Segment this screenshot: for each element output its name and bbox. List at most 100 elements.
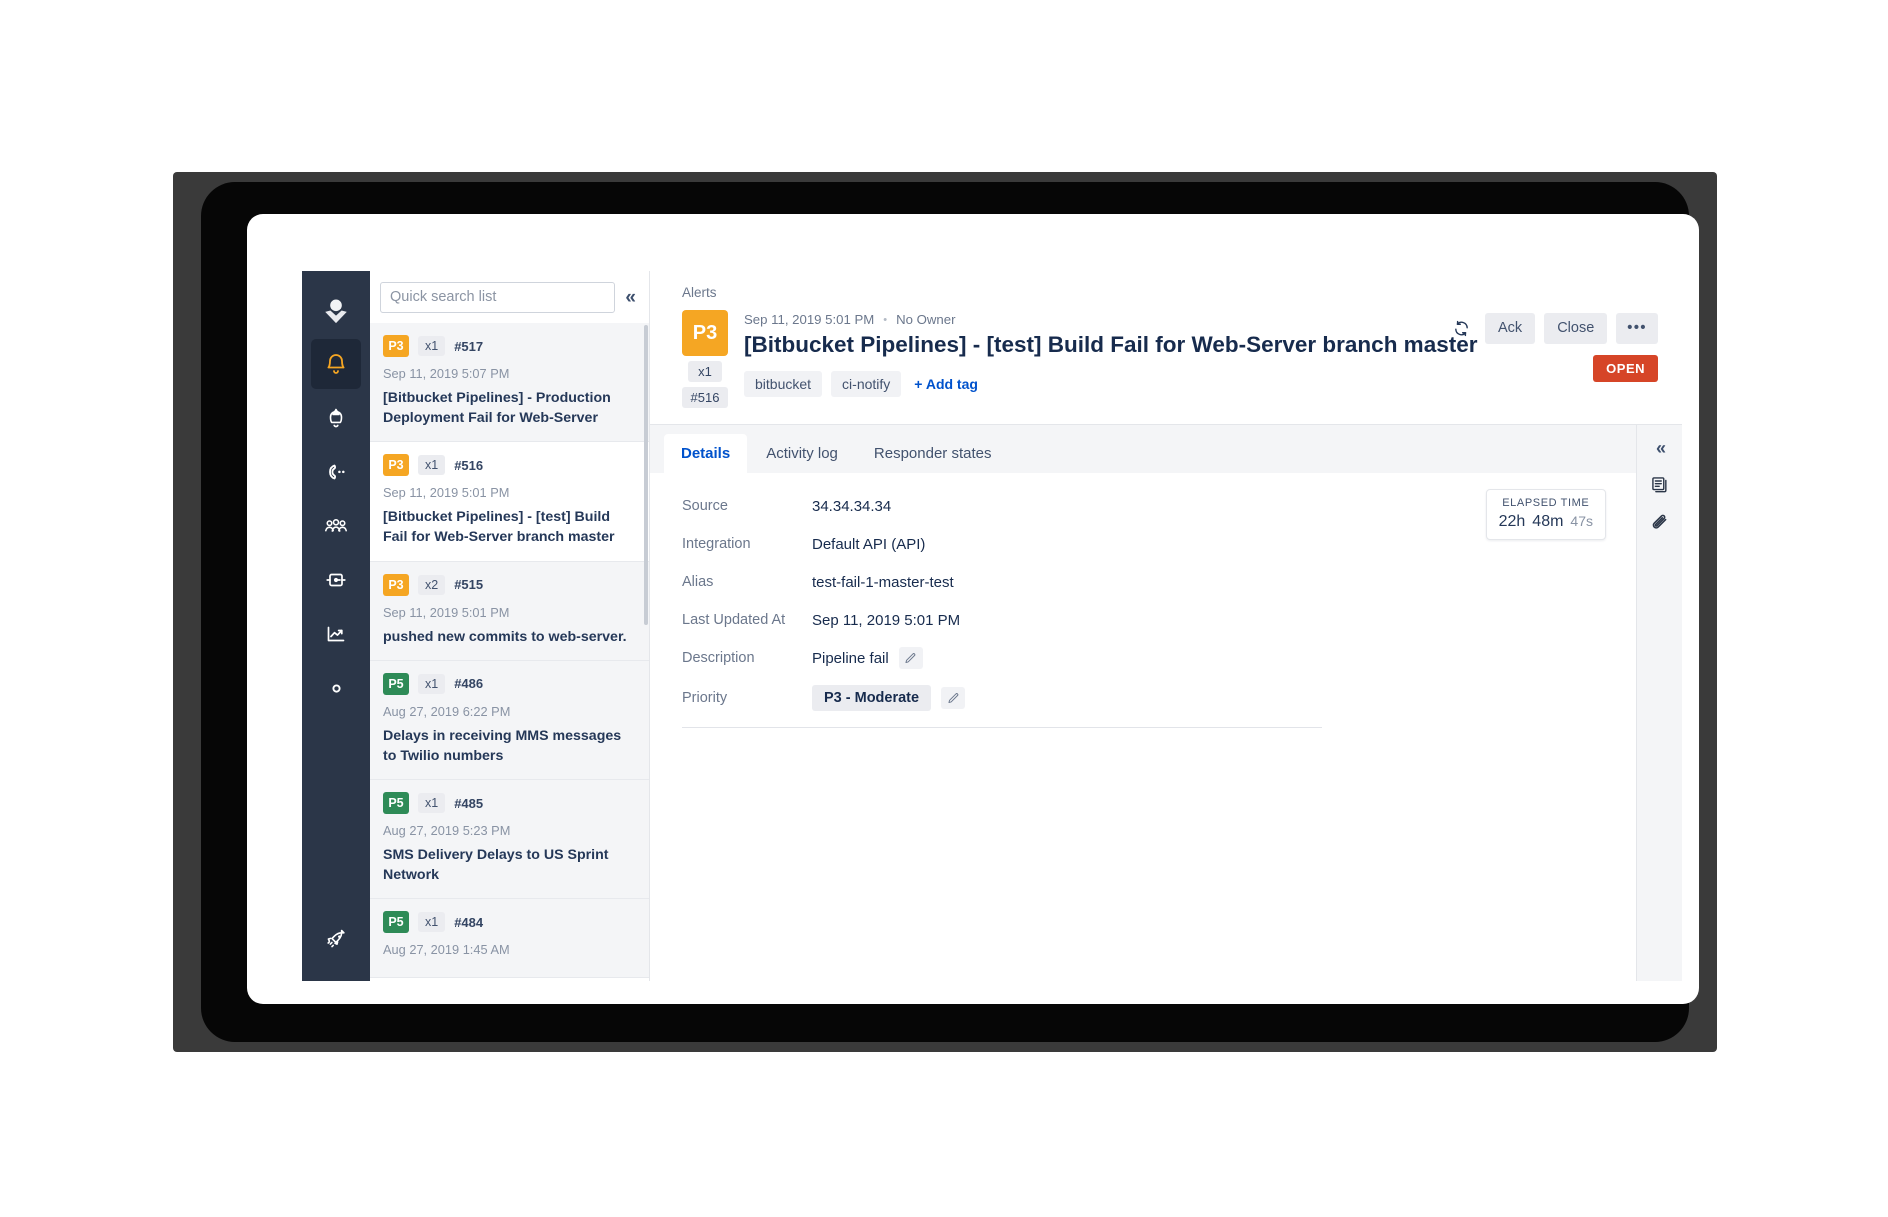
edit-priority-button[interactable] <box>941 687 965 709</box>
list-item[interactable]: P5 x1 #486 Aug 27, 2019 6:22 PM Delays i… <box>370 661 649 780</box>
add-tag-button[interactable]: + Add tag <box>910 371 982 397</box>
detail-row-last-updated: Last Updated At Sep 11, 2019 5:01 PM <box>682 609 1322 631</box>
device-bezel: « P3 x1 #517 Sep 11, 2019 5:07 PM [Bitbu… <box>201 182 1689 1042</box>
detail-label: Source <box>682 498 812 514</box>
details-divider <box>682 727 1322 728</box>
detail-label: Last Updated At <box>682 612 812 628</box>
detail-value: Default API (API) <box>812 536 925 553</box>
alert-list-panel: « P3 x1 #517 Sep 11, 2019 5:07 PM [Bitbu… <box>370 271 650 981</box>
priority-badge: P3 <box>383 454 409 476</box>
list-item-badges: P3 x1 #517 <box>383 335 635 357</box>
detail-value: 34.34.34.34 <box>812 498 891 515</box>
edit-description-button[interactable] <box>899 647 923 669</box>
priority-badge: P3 <box>682 310 728 356</box>
collapse-list-button[interactable]: « <box>625 288 637 307</box>
opsgenie-app: « P3 x1 #517 Sep 11, 2019 5:07 PM [Bitbu… <box>302 271 1682 981</box>
alert-timestamp: Sep 11, 2019 5:07 PM <box>383 366 635 381</box>
tab-responder-states[interactable]: Responder states <box>857 434 1009 473</box>
attachment-paperclip-icon[interactable] <box>1649 513 1670 534</box>
elapsed-time-card: ELAPSED TIME 22h 48m 47s <box>1486 489 1606 540</box>
list-item-badges: P5 x1 #485 <box>383 792 635 814</box>
details-tab-panel: Source 34.34.34.34 Integration Def <box>650 473 1636 981</box>
details-table: Source 34.34.34.34 Integration Def <box>682 495 1322 711</box>
device-screen: « P3 x1 #517 Sep 11, 2019 5:07 PM [Bitbu… <box>247 214 1699 1004</box>
close-button[interactable]: Close <box>1544 313 1607 344</box>
list-item-badges: P5 x1 #486 <box>383 673 635 695</box>
teams-icon <box>323 514 349 538</box>
meta-separator: • <box>883 314 887 326</box>
sidebar-item-logo[interactable] <box>311 285 361 335</box>
more-actions-button[interactable]: ••• <box>1616 313 1658 344</box>
sidebar-item-analytics[interactable] <box>311 609 361 659</box>
elapsed-time-label: ELAPSED TIME <box>1499 497 1593 509</box>
alert-timestamp: Sep 11, 2019 5:01 PM <box>383 485 635 500</box>
alert-list[interactable]: P3 x1 #517 Sep 11, 2019 5:07 PM [Bitbuck… <box>370 323 649 981</box>
list-item[interactable]: P5 x1 #484 Aug 27, 2019 1:45 AM <box>370 899 649 978</box>
bell-icon <box>324 352 348 376</box>
sidebar-item-alerts[interactable] <box>311 339 361 389</box>
last-updated-value: Sep 11, 2019 5:01 PM <box>812 612 960 629</box>
sidebar-item-settings[interactable] <box>311 663 361 713</box>
count-badge: x1 <box>418 674 445 694</box>
sidebar-item-whats-new[interactable] <box>311 915 361 965</box>
alert-id: #516 <box>454 458 483 473</box>
alert-list-scrollbar[interactable] <box>644 325 648 625</box>
alert-owner[interactable]: No Owner <box>896 312 955 327</box>
priority-badge: P5 <box>383 792 409 814</box>
alert-timestamp: Aug 27, 2019 6:22 PM <box>383 704 635 719</box>
alert-title: SMS Delivery Delays to US Sprint Network <box>383 845 635 885</box>
alert-action-bar: Ack Close ••• <box>1447 313 1658 344</box>
alert-title: [Bitbucket Pipelines] - [test] Build Fai… <box>383 507 635 547</box>
alias-value: test-fail-1-master-test <box>812 574 954 591</box>
detail-label: Priority <box>682 690 812 706</box>
detail-value: Sep 11, 2019 5:01 PM <box>812 612 960 629</box>
priority-badge: P5 <box>383 911 409 933</box>
alert-id: #485 <box>454 796 483 811</box>
priority-badge: P3 <box>383 335 409 357</box>
alert-title: pushed new commits to web-server. <box>383 627 635 647</box>
sidebar-item-incidents[interactable] <box>311 393 361 443</box>
detail-value: P3 - Moderate <box>812 685 965 711</box>
detail-row-priority: Priority P3 - Moderate <box>682 685 1322 711</box>
tag-chip[interactable]: bitbucket <box>744 371 822 397</box>
on-call-icon <box>324 460 348 484</box>
detail-value: test-fail-1-master-test <box>812 574 954 591</box>
list-item-badges: P5 x1 #484 <box>383 911 635 933</box>
list-item[interactable]: P3 x1 #517 Sep 11, 2019 5:07 PM [Bitbuck… <box>370 323 649 442</box>
alert-timestamp: Aug 27, 2019 5:23 PM <box>383 823 635 838</box>
count-badge: x1 <box>418 455 445 475</box>
alert-detail-panel: Alerts P3 x1 #516 Sep 11, 2019 5:01 PM <box>650 271 1682 981</box>
sidebar-item-services[interactable] <box>311 555 361 605</box>
sidebar-item-on-call[interactable] <box>311 447 361 497</box>
refresh-icon[interactable] <box>1447 320 1476 337</box>
tag-chip[interactable]: ci-notify <box>831 371 901 397</box>
detail-value: Pipeline fail <box>812 647 923 669</box>
device-frame: « P3 x1 #517 Sep 11, 2019 5:07 PM [Bitbu… <box>173 172 1717 1052</box>
priority-badge: P5 <box>383 673 409 695</box>
count-badge: x2 <box>418 575 445 595</box>
tab-bar: Details Activity log Responder states <box>650 425 1636 473</box>
detail-label: Description <box>682 650 812 666</box>
alert-id: #486 <box>454 676 483 691</box>
sidebar-item-teams[interactable] <box>311 501 361 551</box>
list-item[interactable]: P5 x1 #485 Aug 27, 2019 5:23 PM SMS Deli… <box>370 780 649 899</box>
tag-row: bitbucket ci-notify + Add tag <box>744 371 1660 397</box>
search-input[interactable] <box>380 282 615 313</box>
breadcrumb[interactable]: Alerts <box>682 285 1660 300</box>
services-icon <box>324 568 348 592</box>
list-item[interactable]: P3 x2 #515 Sep 11, 2019 5:01 PM pushed n… <box>370 562 649 661</box>
ack-button[interactable]: Ack <box>1485 313 1535 344</box>
tab-details[interactable]: Details <box>664 434 747 473</box>
alert-id: #517 <box>454 339 483 354</box>
alert-timestamp: Sep 11, 2019 5:01 PM <box>383 605 635 620</box>
list-item[interactable]: P3 x1 #516 Sep 11, 2019 5:01 PM [Bitbuck… <box>370 442 649 561</box>
detail-row-description: Description Pipeline fail <box>682 647 1322 669</box>
collapse-detail-button[interactable]: « <box>1656 439 1663 457</box>
detail-label: Alias <box>682 574 812 590</box>
elapsed-seconds: 47s <box>1570 513 1593 529</box>
alert-id-badge: #516 <box>682 387 729 408</box>
analytics-chart-icon <box>324 622 348 646</box>
notes-icon[interactable] <box>1650 475 1670 495</box>
tab-activity-log[interactable]: Activity log <box>749 434 855 473</box>
alert-title: Delays in receiving MMS messages to Twil… <box>383 726 635 766</box>
